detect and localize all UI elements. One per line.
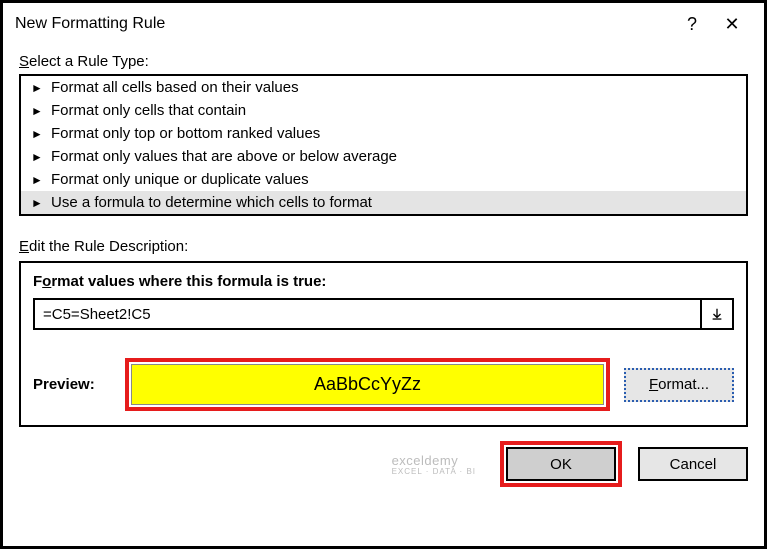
rule-item-label: Format only cells that contain	[51, 102, 246, 119]
range-selector-button[interactable]	[702, 298, 734, 330]
preview-highlight: AaBbCcYyZz	[125, 358, 610, 411]
ok-button[interactable]: OK	[506, 447, 616, 481]
bullet-icon: ►	[31, 127, 45, 141]
rule-item-above-below[interactable]: ► Format only values that are above or b…	[21, 145, 746, 168]
dialog-title: New Formatting Rule	[15, 15, 165, 33]
rule-item-label: Format only values that are above or bel…	[51, 148, 397, 165]
bullet-icon: ►	[31, 150, 45, 164]
preview-label: Preview:	[33, 376, 111, 393]
rule-item-label: Use a formula to determine which cells t…	[51, 194, 372, 211]
edit-description-area: Edit the Rule Description: Format values…	[19, 238, 748, 427]
rule-item-top-bottom[interactable]: ► Format only top or bottom ranked value…	[21, 122, 746, 145]
rule-item-unique-duplicate[interactable]: ► Format only unique or duplicate values	[21, 168, 746, 191]
preview-row: Preview: AaBbCcYyZz Format...	[33, 358, 734, 411]
bullet-icon: ►	[31, 196, 45, 210]
ok-highlight: OK	[500, 441, 622, 487]
description-box: Format values where this formula is true…	[19, 261, 748, 427]
cancel-button[interactable]: Cancel	[638, 447, 748, 481]
rule-item-formula[interactable]: ► Use a formula to determine which cells…	[21, 191, 746, 214]
rule-item-label: Format only unique or duplicate values	[51, 171, 309, 188]
collapse-icon	[710, 307, 724, 321]
rule-item-all-cells[interactable]: ► Format all cells based on their values	[21, 76, 746, 99]
formula-input[interactable]	[33, 298, 702, 330]
button-row: exceldemy EXCEL · DATA · BI OK Cancel	[19, 441, 748, 487]
titlebar: New Formatting Rule ? ✕	[3, 3, 764, 45]
new-formatting-rule-dialog: New Formatting Rule ? ✕ Select a Rule Ty…	[0, 0, 767, 549]
formula-label: Format values where this formula is true…	[33, 273, 734, 290]
dialog-content: Select a Rule Type: ► Format all cells b…	[3, 45, 764, 546]
rule-item-label: Format all cells based on their values	[51, 79, 299, 96]
watermark: exceldemy EXCEL · DATA · BI	[392, 453, 476, 476]
help-button[interactable]: ?	[672, 14, 712, 35]
rule-item-cells-contain[interactable]: ► Format only cells that contain	[21, 99, 746, 122]
bullet-icon: ►	[31, 173, 45, 187]
bullet-icon: ►	[31, 81, 45, 95]
preview-sample: AaBbCcYyZz	[131, 364, 604, 405]
edit-description-label: Edit the Rule Description:	[19, 238, 748, 255]
format-button[interactable]: Format...	[624, 368, 734, 402]
formula-row	[33, 298, 734, 330]
close-button[interactable]: ✕	[712, 14, 752, 35]
bullet-icon: ►	[31, 104, 45, 118]
rule-type-list: ► Format all cells based on their values…	[19, 74, 748, 216]
select-rule-type-label: Select a Rule Type:	[19, 53, 748, 70]
rule-item-label: Format only top or bottom ranked values	[51, 125, 320, 142]
